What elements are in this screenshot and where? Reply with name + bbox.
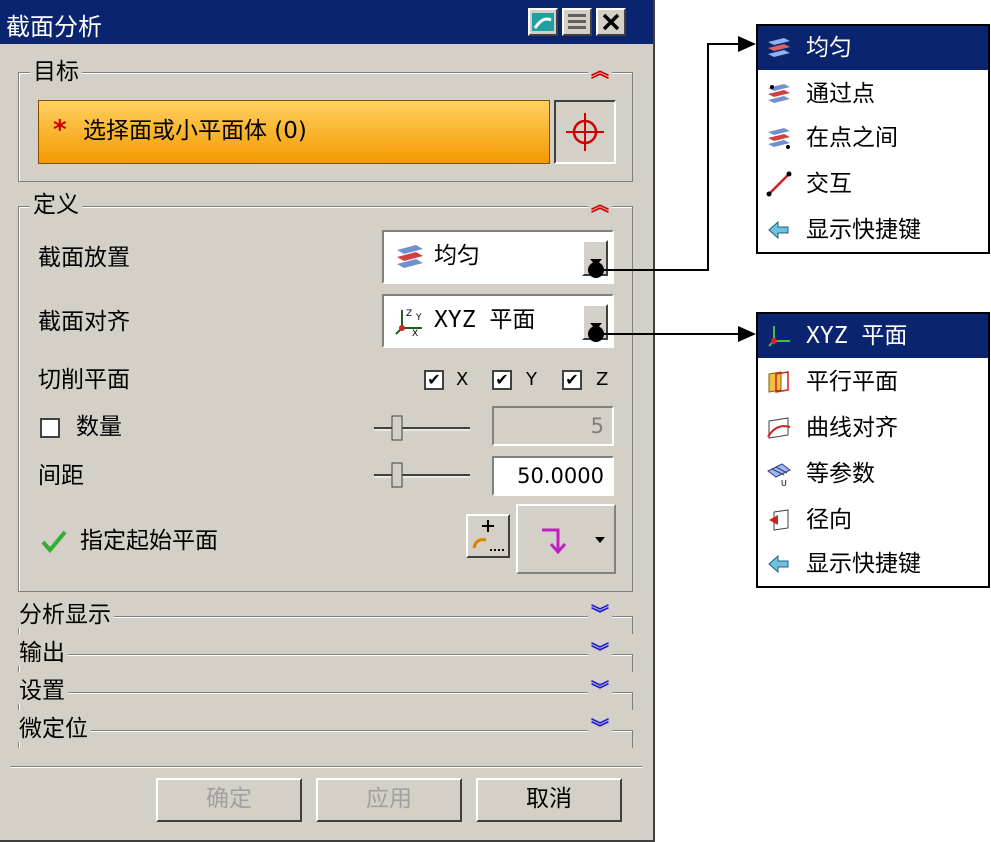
alignment-menu: XYZ 平面 平行平面 曲线对齐 U 等参数 径向 显示快捷键: [756, 312, 990, 588]
arrow-left-icon: [768, 554, 789, 574]
menu-item-xyz-plane[interactable]: XYZ 平面: [758, 314, 988, 358]
menu-item-show-shortcuts[interactable]: 显示快捷键: [758, 542, 988, 586]
menu-item-radial[interactable]: 径向: [758, 498, 988, 542]
menu-item-label: 等参数: [806, 461, 875, 487]
radial-icon: [769, 509, 789, 531]
menu-item-label: 通过点: [806, 81, 875, 107]
curve-aligned-icon: [767, 417, 791, 439]
menu-item-uniform[interactable]: 均匀: [758, 26, 988, 70]
isoparametric-icon: U: [767, 463, 791, 487]
arrow-left-icon: [768, 220, 789, 240]
menu-item-between-points[interactable]: 在点之间: [758, 116, 988, 160]
menu-item-label: 平行平面: [806, 369, 898, 395]
menu-item-interactive[interactable]: 交互: [758, 162, 988, 206]
menu-item-curve-aligned[interactable]: 曲线对齐: [758, 406, 988, 450]
through-points-icon: [768, 84, 790, 103]
parallel-planes-icon: [768, 371, 789, 393]
menu-item-label: 径向: [806, 507, 852, 533]
menu-item-parallel-planes[interactable]: 平行平面: [758, 360, 988, 404]
interactive-line-icon: [766, 171, 792, 197]
between-points-icon: [768, 128, 790, 149]
menu-item-label: 显示快捷键: [806, 551, 921, 577]
menu-item-isoparametric[interactable]: U 等参数: [758, 452, 988, 496]
menu-item-label: 曲线对齐: [806, 415, 898, 441]
placement-menu: 均匀 通过点 在点之间 交互 显示快捷键: [756, 24, 990, 254]
menu-item-show-shortcuts[interactable]: 显示快捷键: [758, 208, 988, 252]
menu-item-through-points[interactable]: 通过点: [758, 72, 988, 116]
uniform-icon: [768, 38, 790, 57]
xyz-axis-icon: [768, 326, 790, 347]
svg-text:U: U: [781, 479, 787, 487]
menu-item-label: 交互: [806, 171, 852, 197]
menu-item-label: XYZ 平面: [806, 323, 908, 349]
menu-item-label: 在点之间: [806, 125, 898, 151]
menu-item-label: 显示快捷键: [806, 217, 921, 243]
menu-item-label: 均匀: [806, 35, 852, 61]
